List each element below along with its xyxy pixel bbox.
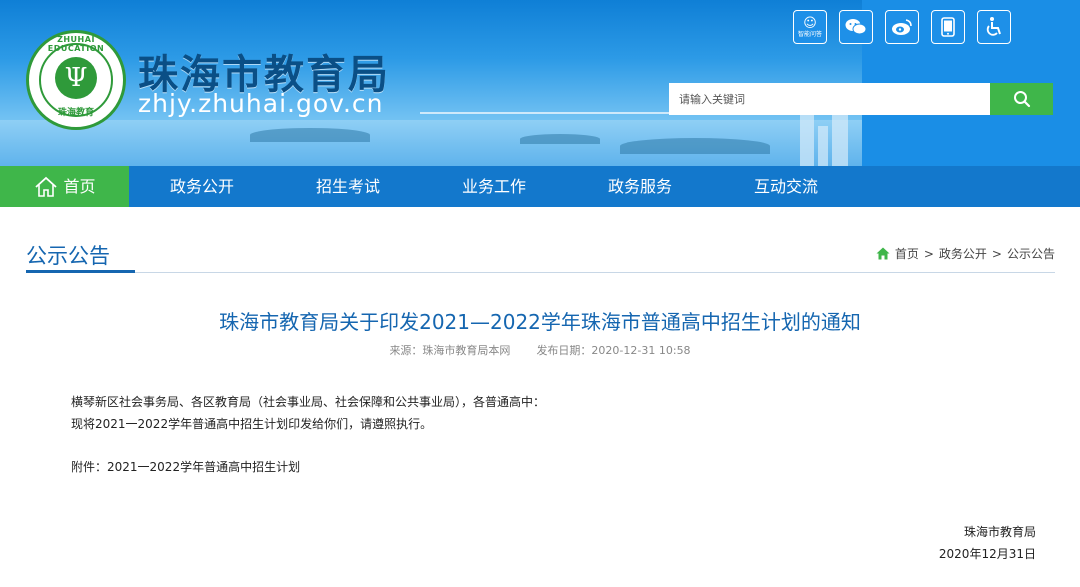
weibo-icon[interactable] [885, 10, 919, 44]
mobile-icon[interactable] [931, 10, 965, 44]
banner-building [832, 106, 848, 166]
nav-item-home[interactable]: 首页 [0, 166, 129, 207]
search-icon [1013, 91, 1030, 108]
breadcrumb-separator: > [991, 246, 1002, 261]
article-paragraph: 横琴新区社会事务局、各区教育局（社会事业局、社会保障和公共事业局），各普通高中： [71, 395, 546, 409]
search-input[interactable] [669, 83, 990, 115]
logo-emblem-icon: Ψ [55, 57, 97, 99]
breadcrumb: 首页 > 政务公开 > 公示公告 [876, 245, 1055, 262]
section-divider [26, 272, 1055, 273]
top-icon-bar: ☺ 智能问答 [793, 10, 1011, 44]
article-attachment[interactable]: 附件：2021一2022学年普通高中招生计划 [71, 458, 300, 475]
article-signature: 珠海市教育局 [963, 525, 1036, 539]
banner-island [620, 138, 770, 154]
article-sign-date: 2020年12月31日 [938, 547, 1036, 561]
banner-island [520, 134, 600, 144]
wechat-icon-svg [845, 19, 867, 35]
weibo-icon-svg [892, 19, 912, 35]
main-nav: 首页 政务公开 招生考试 业务工作 政务服务 互动交流 [0, 166, 1080, 207]
article-source: 来源：珠海市教育局本网 [389, 344, 511, 357]
nav-item-government-services[interactable]: 政务服务 [567, 166, 713, 207]
nav-item-business-work[interactable]: 业务工作 [421, 166, 567, 207]
article-paragraph: 现将2021一2022学年普通高中招生计划印发给你们，请遵照执行。 [71, 417, 433, 431]
ai-assistant-caption: 智能问答 [797, 31, 822, 38]
article-meta: 来源：珠海市教育局本网 发布日期：2020-12-31 10:58 [0, 342, 1080, 358]
banner-island [250, 128, 370, 142]
banner-building [800, 114, 814, 166]
ai-assistant-icon[interactable]: ☺ 智能问答 [793, 10, 827, 44]
ai-assistant-glyph: ☺ [803, 16, 817, 31]
breadcrumb-government-affairs[interactable]: 政务公开 [939, 245, 987, 262]
breadcrumb-home-icon [876, 247, 890, 260]
accessibility-icon-svg [986, 17, 1001, 36]
breadcrumb-home[interactable]: 首页 [895, 245, 919, 262]
nav-item-label: 首页 [63, 177, 96, 196]
logo-bottom-text: 珠海教育 [57, 108, 94, 118]
nav-item-admissions[interactable]: 招生考试 [275, 166, 421, 207]
accessibility-icon[interactable] [977, 10, 1011, 44]
mobile-icon-svg [941, 17, 955, 37]
nav-item-government-affairs[interactable]: 政务公开 [129, 166, 275, 207]
nav-item-interaction[interactable]: 互动交流 [713, 166, 859, 207]
section-title: 公示公告 [26, 244, 110, 268]
home-icon [35, 176, 58, 197]
breadcrumb-current[interactable]: 公示公告 [1007, 245, 1055, 262]
article-date: 发布日期：2020-12-31 10:58 [536, 344, 691, 357]
site-url: zhjy.zhuhai.gov.cn [138, 89, 384, 118]
section-title-underline [26, 270, 135, 273]
wechat-icon[interactable] [839, 10, 873, 44]
banner-building [818, 126, 828, 166]
site-logo[interactable]: ZHUHAI EDUCATION Ψ 珠海教育 [26, 30, 126, 130]
article-title: 珠海市教育局关于印发2021—2022学年珠海市普通高中招生计划的通知 [219, 310, 861, 334]
search-button[interactable] [990, 83, 1053, 115]
breadcrumb-separator: > [923, 246, 934, 261]
